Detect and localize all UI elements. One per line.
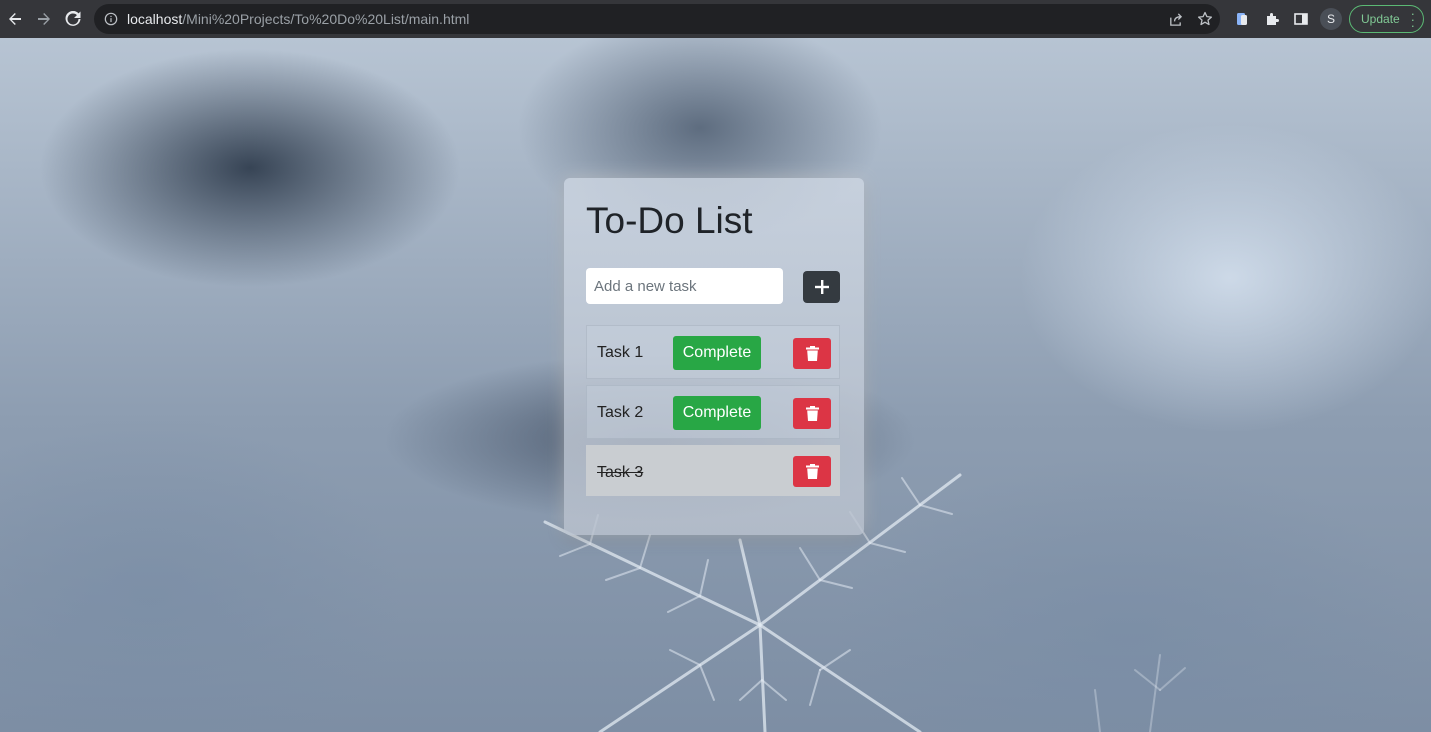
plus-icon [814,280,829,294]
browser-toolbar: localhost/Mini%20Projects/To%20Do%20List… [0,0,1431,38]
kebab-menu-icon[interactable]: · · · [1411,7,1415,32]
share-icon[interactable] [1164,8,1186,30]
url-text: localhost/Mini%20Projects/To%20Do%20List… [127,11,469,27]
star-icon[interactable] [1194,8,1216,30]
page-title: To-Do List [586,200,753,241]
complete-button[interactable]: Complete [673,396,761,430]
back-arrow-icon [9,13,21,25]
task-item-completed: Task 3 [586,445,840,496]
add-task-button[interactable] [803,271,840,303]
reload-button[interactable] [59,5,87,33]
task-label: Task 2 [597,404,644,421]
url-host: localhost [127,11,183,27]
forward-button[interactable] [30,5,58,33]
forward-arrow-icon [38,13,50,25]
info-icon [104,12,118,26]
update-button[interactable]: Update · · · [1349,5,1424,33]
delete-button[interactable] [793,456,831,487]
trash-icon [805,346,819,361]
task-label: Task 3 [597,464,644,481]
update-label: Update [1361,12,1400,26]
complete-button[interactable]: Complete [673,336,761,370]
task-item: Task 1 Complete [586,325,840,379]
task-item: Task 2 Complete [586,385,840,439]
profile-avatar[interactable]: S [1320,8,1342,30]
todo-card: To-Do List Task 1 Complete Task 2 Comple… [564,178,864,535]
extension-icon[interactable] [1230,7,1254,31]
new-task-input[interactable] [586,268,783,304]
url-path: /Mini%20Projects/To%20Do%20List/main.htm… [182,11,470,27]
task-label: Task 1 [597,344,644,361]
trash-icon [805,406,819,421]
delete-button[interactable] [793,338,831,369]
address-bar[interactable]: localhost/Mini%20Projects/To%20Do%20List… [94,4,1220,34]
trash-icon [805,464,819,479]
reload-icon [65,11,81,26]
delete-button[interactable] [793,398,831,429]
back-button[interactable] [1,5,29,33]
task-list: Task 1 Complete Task 2 Complete Task 3 [586,325,840,502]
sidebar-icon[interactable] [1289,7,1313,31]
puzzle-icon[interactable] [1260,7,1284,31]
